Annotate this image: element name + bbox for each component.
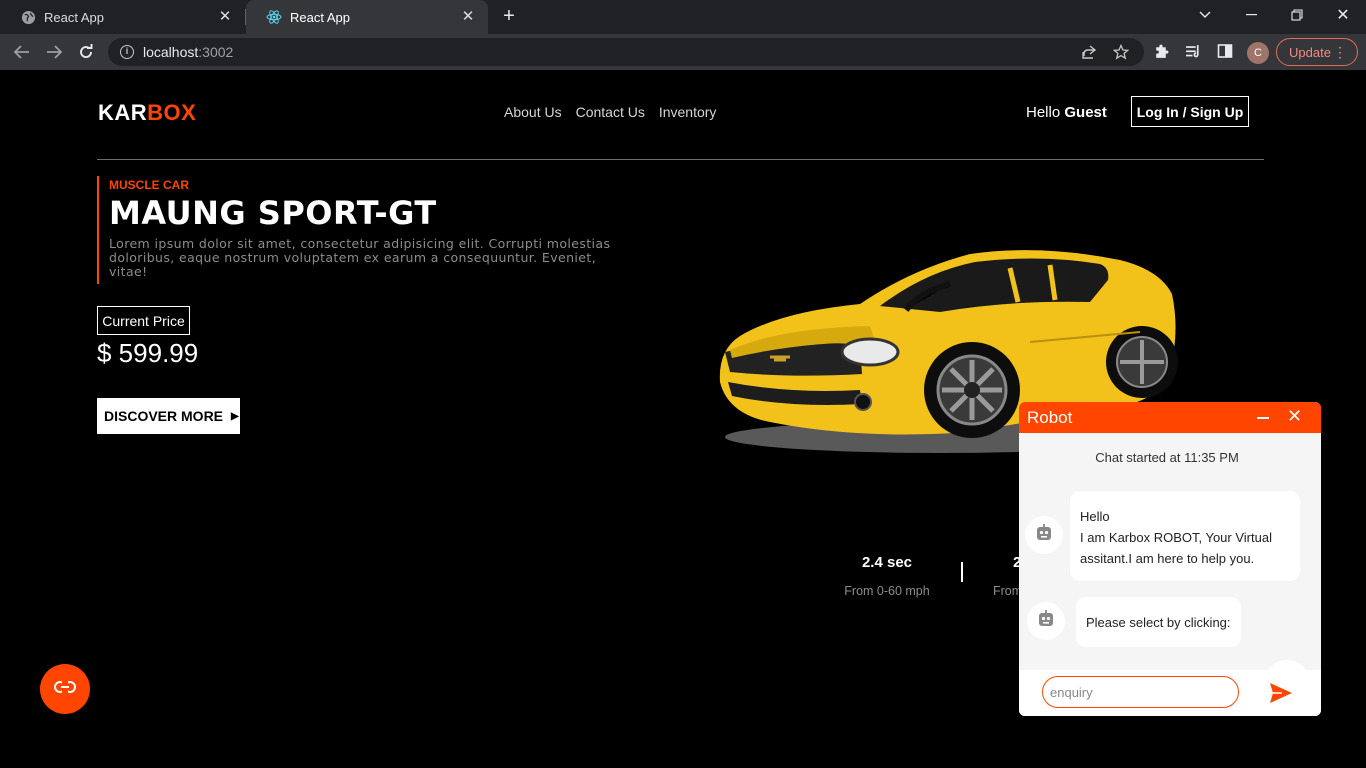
site-info-icon[interactable]: i [120, 45, 134, 59]
bookmark-star-icon[interactable] [1112, 43, 1130, 62]
price-value: $ 599.99 [97, 338, 199, 368]
tab-title: React App [44, 9, 104, 25]
send-icon[interactable] [1269, 682, 1293, 704]
discover-more-button[interactable]: DISCOVER MORE ▶ [97, 398, 240, 434]
close-icon[interactable]: ✕ [1287, 406, 1302, 427]
browser-tab[interactable]: React App ✕ [0, 0, 245, 34]
browser-toolbar: i localhost:3002 [0, 34, 1366, 70]
chat-title: Robot [1027, 408, 1073, 427]
tab-search-chevron-icon[interactable] [1182, 0, 1228, 30]
robot-icon [1034, 523, 1054, 548]
browser-tab-active[interactable]: React App ✕ [246, 0, 488, 34]
chat-header: Robot ✕ [1019, 402, 1321, 433]
nav-link-contact[interactable]: Contact Us [576, 104, 645, 120]
message-line: Hello [1080, 509, 1110, 524]
update-label: Update [1289, 44, 1331, 60]
chat-started-notice: Chat started at 11:35 PM [1095, 450, 1239, 465]
back-arrow-icon[interactable] [10, 40, 34, 64]
side-panel-icon[interactable] [1216, 43, 1234, 61]
minimize-window-button[interactable] [1228, 0, 1274, 30]
address-bar[interactable]: i localhost:3002 [108, 38, 1144, 66]
nav-link-inventory[interactable]: Inventory [659, 104, 717, 120]
reload-icon[interactable] [74, 40, 98, 64]
profile-avatar[interactable]: C [1247, 42, 1269, 64]
current-price-label: Current Price [97, 306, 190, 335]
media-queue-icon[interactable] [1184, 43, 1202, 61]
caret-right-icon: ▶ [231, 410, 239, 422]
robot-avatar [1025, 516, 1063, 554]
browser-tab-strip: React App ✕ React App ✕ + ✕ [0, 0, 1366, 34]
greeting-text: Hello [1026, 104, 1061, 121]
more-options-icon[interactable]: ⋮ [1333, 44, 1347, 60]
new-tab-button[interactable]: + [498, 5, 520, 27]
globe-icon [20, 9, 36, 25]
browser-update-button[interactable]: Update ⋮ [1276, 38, 1358, 66]
bot-message: Please select by clicking: [1076, 597, 1241, 647]
robot-avatar [1027, 602, 1065, 640]
extensions-puzzle-icon[interactable] [1152, 43, 1170, 61]
message-line: I am Karbox ROBOT, Your Virtual [1080, 530, 1272, 545]
user-greeting: Hello Guest [1026, 104, 1107, 121]
stat-label: From 0-60 mph [844, 584, 930, 598]
stat-acceleration: 2.4 sec From 0-60 mph [842, 554, 932, 598]
tab-title: React App [290, 9, 350, 25]
stat-value: 2.4 sec [861, 554, 913, 571]
car-description: Lorem ipsum dolor sit amet, consectetur … [109, 236, 611, 279]
discover-more-label: DISCOVER MORE [104, 408, 224, 424]
share-icon[interactable] [1080, 44, 1098, 62]
link-fab-button[interactable] [40, 664, 90, 714]
car-category: MUSCLE CAR [109, 178, 189, 192]
bot-message: Hello I am Karbox ROBOT, Your Virtual as… [1070, 491, 1300, 581]
stat-separator [961, 562, 963, 582]
forward-arrow-icon[interactable] [42, 40, 66, 64]
logo-part1: KAR [98, 100, 148, 125]
enquiry-input[interactable] [1042, 676, 1239, 708]
header-divider [97, 159, 1264, 160]
car-model-title: MAUNG SPORT-GT [109, 194, 437, 232]
restore-window-button[interactable] [1274, 0, 1320, 30]
close-window-button[interactable]: ✕ [1320, 0, 1366, 30]
nav-link-about[interactable]: About Us [504, 104, 562, 120]
url-host: localhost [143, 44, 199, 60]
close-tab-icon[interactable]: ✕ [217, 9, 233, 25]
react-icon [266, 9, 282, 25]
logo-part2: BOX [147, 100, 197, 125]
chatbot-window: Robot ✕ Chat started at 11:35 PM Hello I… [1019, 402, 1321, 716]
hero-text-block: MUSCLE CAR MAUNG SPORT-GT Lorem ipsum do… [97, 176, 627, 284]
login-signup-button[interactable]: Log In / Sign Up [1131, 96, 1249, 127]
user-name: Guest [1064, 104, 1107, 121]
url-port: :3002 [198, 44, 234, 60]
close-tab-icon[interactable]: ✕ [460, 9, 476, 25]
site-logo[interactable]: KARBOX [98, 100, 196, 126]
link-icon [54, 680, 76, 698]
minimize-icon[interactable] [1257, 417, 1269, 419]
message-line: Please select by clicking: [1086, 614, 1231, 630]
chat-footer [1019, 670, 1321, 716]
robot-icon [1036, 609, 1056, 634]
main-nav: About Us Contact Us Inventory [504, 104, 716, 120]
message-line: assitant.I am here to help you. [1080, 551, 1255, 566]
